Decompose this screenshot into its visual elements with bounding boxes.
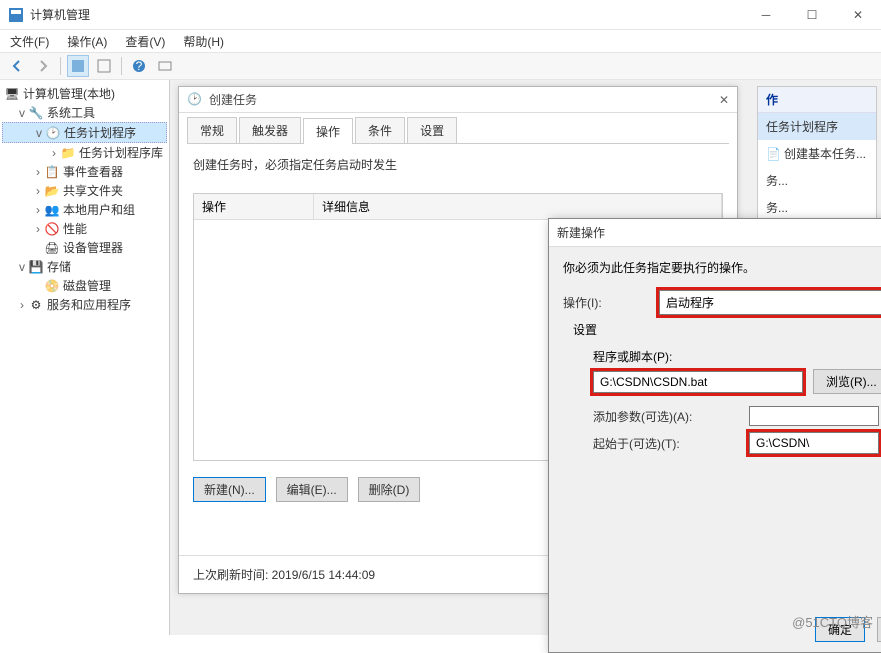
app-icon xyxy=(8,7,24,23)
startin-input[interactable]: G:\CSDN\ xyxy=(749,432,879,454)
last-refresh-label: 上次刷新时间: 2019/6/15 14:44:09 xyxy=(193,566,375,583)
content-area: 🕑 创建任务 ✕ 常规 触发器 操作 条件 设置 创建任务时，必须指定任务启动时… xyxy=(170,80,881,635)
tree-services[interactable]: ›⚙服务和应用程序 xyxy=(2,295,167,314)
tree-performance[interactable]: ›🚫性能 xyxy=(2,219,167,238)
toolbar: ? xyxy=(0,52,881,80)
close-icon[interactable]: ✕ xyxy=(719,93,729,107)
toolbar-button-2[interactable] xyxy=(93,55,115,77)
tree-device-manager[interactable]: 🖨设备管理器 xyxy=(2,238,167,257)
tree-task-scheduler[interactable]: v🕑任务计划程序 xyxy=(2,122,167,143)
new-action-dialog: 新建操作 ✕ 你必须为此任务指定要执行的操作。 操作(I): 启动程序 设置 程… xyxy=(548,218,881,653)
edit-action-button[interactable]: 编辑(E)... xyxy=(276,477,348,502)
device-icon: 🖨 xyxy=(44,240,60,256)
action-type-select[interactable]: 启动程序 xyxy=(659,290,881,315)
tree-shared-folders[interactable]: ›📂共享文件夹 xyxy=(2,181,167,200)
tree-root[interactable]: 🖥计算机管理(本地) xyxy=(2,84,167,103)
share-icon: 📂 xyxy=(44,183,60,199)
titlebar: 计算机管理 ─ ☐ ✕ xyxy=(0,0,881,30)
new-action-button[interactable]: 新建(N)... xyxy=(193,477,266,502)
actions-subheader: 任务计划程序 xyxy=(758,113,876,140)
users-icon: 👥 xyxy=(44,202,60,218)
services-icon: ⚙ xyxy=(28,297,44,313)
tree-task-library[interactable]: ›📁任务计划程序库 xyxy=(2,143,167,162)
args-input[interactable] xyxy=(749,406,879,426)
browse-button[interactable]: 浏览(R)... xyxy=(813,369,881,394)
program-path-input[interactable]: G:\CSDN\CSDN.bat xyxy=(593,371,803,393)
actions-panel-header: 作 xyxy=(758,87,876,113)
clock-icon: 🕑 xyxy=(187,92,203,108)
menu-help[interactable]: 帮助(H) xyxy=(179,31,228,52)
minimize-button[interactable]: ─ xyxy=(743,0,789,30)
menu-file[interactable]: 文件(F) xyxy=(6,31,53,52)
tree-event-viewer[interactable]: ›📋事件查看器 xyxy=(2,162,167,181)
tab-settings[interactable]: 设置 xyxy=(407,117,457,143)
watermark: @51CTO博客 xyxy=(792,612,873,631)
settings-group-label: 设置 xyxy=(573,321,881,338)
dialog-title: 新建操作 xyxy=(557,224,881,241)
tab-triggers[interactable]: 触发器 xyxy=(239,117,301,143)
storage-icon: 💾 xyxy=(28,259,44,275)
action-import-task[interactable]: 务... xyxy=(758,194,876,221)
toolbar-button-1[interactable] xyxy=(67,55,89,77)
navigation-tree: 🖥计算机管理(本地) v🔧系统工具 v🕑任务计划程序 ›📁任务计划程序库 ›📋事… xyxy=(0,80,170,635)
task-icon: 📄 xyxy=(766,147,780,161)
args-label: 添加参数(可选)(A): xyxy=(593,408,743,425)
action-create-task[interactable]: 务... xyxy=(758,167,876,194)
create-task-hint: 创建任务时，必须指定任务启动时发生 xyxy=(179,144,737,185)
menubar: 文件(F) 操作(A) 查看(V) 帮助(H) xyxy=(0,30,881,52)
col-action: 操作 xyxy=(194,194,314,219)
tab-actions[interactable]: 操作 xyxy=(303,118,353,144)
perf-icon: 🚫 xyxy=(44,221,60,237)
tree-storage[interactable]: v💾存储 xyxy=(2,257,167,276)
close-button[interactable]: ✕ xyxy=(835,0,881,30)
tab-general[interactable]: 常规 xyxy=(187,117,237,143)
menu-action[interactable]: 操作(A) xyxy=(63,31,111,52)
startin-label: 起始于(可选)(T): xyxy=(593,435,743,452)
tools-icon: 🔧 xyxy=(28,105,44,121)
create-task-tabs: 常规 触发器 操作 条件 设置 xyxy=(187,117,729,144)
maximize-button[interactable]: ☐ xyxy=(789,0,835,30)
window-title: 计算机管理 xyxy=(30,6,743,23)
tree-system-tools[interactable]: v🔧系统工具 xyxy=(2,103,167,122)
computer-icon: 🖥 xyxy=(4,86,20,102)
cancel-button[interactable]: 取消 xyxy=(877,617,881,642)
svg-text:?: ? xyxy=(136,59,143,73)
clock-icon: 🕑 xyxy=(45,125,61,141)
help-icon[interactable]: ? xyxy=(128,55,150,77)
tree-local-users[interactable]: ›👥本地用户和组 xyxy=(2,200,167,219)
col-detail: 详细信息 xyxy=(314,194,722,219)
folder-icon: 📁 xyxy=(60,145,76,161)
tab-conditions[interactable]: 条件 xyxy=(355,117,405,143)
action-type-label: 操作(I): xyxy=(563,294,653,311)
menu-view[interactable]: 查看(V) xyxy=(121,31,169,52)
disk-icon: 📀 xyxy=(44,278,60,294)
tree-disk-mgmt[interactable]: 📀磁盘管理 xyxy=(2,276,167,295)
delete-action-button[interactable]: 删除(D) xyxy=(358,477,421,502)
action-create-basic[interactable]: 📄创建基本任务... xyxy=(758,140,876,167)
program-label: 程序或脚本(P): xyxy=(593,348,881,365)
toolbar-button-3[interactable] xyxy=(154,55,176,77)
back-button[interactable] xyxy=(6,55,28,77)
event-icon: 📋 xyxy=(44,164,60,180)
create-task-title: 创建任务 xyxy=(209,91,719,108)
main-area: 🖥计算机管理(本地) v🔧系统工具 v🕑任务计划程序 ›📁任务计划程序库 ›📋事… xyxy=(0,80,881,635)
dialog-hint: 你必须为此任务指定要执行的操作。 xyxy=(563,259,881,276)
forward-button[interactable] xyxy=(32,55,54,77)
